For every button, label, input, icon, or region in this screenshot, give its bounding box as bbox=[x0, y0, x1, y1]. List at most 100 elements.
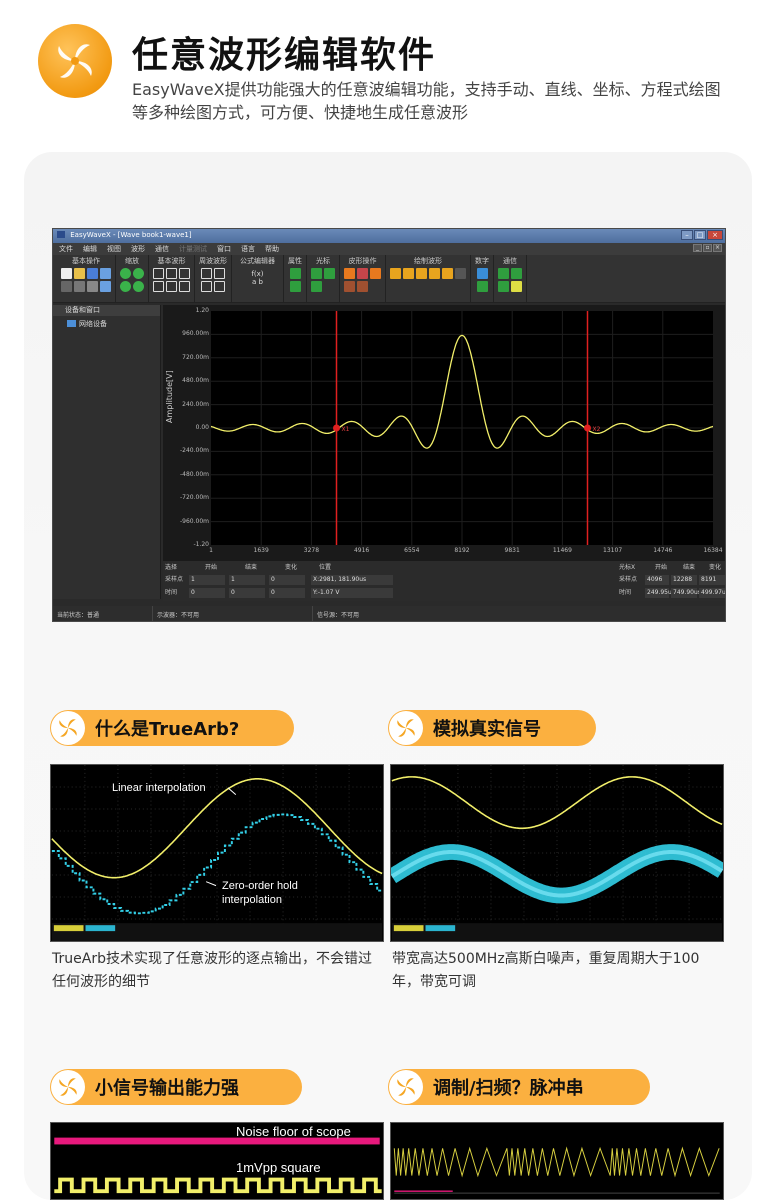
sidebar-item-label: 网络设备 bbox=[79, 320, 107, 328]
table-cell[interactable]: 8191 bbox=[699, 575, 725, 585]
pulse-wave-icon[interactable] bbox=[153, 281, 164, 292]
toolbar-group-label: 绘制波形 bbox=[414, 257, 442, 265]
menu-window[interactable]: 窗口 bbox=[217, 244, 231, 254]
ramp-wave-icon[interactable] bbox=[179, 268, 190, 279]
upload-icon[interactable] bbox=[498, 268, 509, 279]
table-cell[interactable]: 749.90us bbox=[671, 588, 701, 598]
toolbar-group-label: 光标 bbox=[316, 257, 330, 265]
x-tick-label: 11469 bbox=[552, 547, 572, 554]
menu-edit[interactable]: 编辑 bbox=[83, 244, 97, 254]
zoom-in-icon[interactable] bbox=[120, 268, 131, 279]
scope-truearb bbox=[50, 764, 384, 942]
table-cell[interactable]: 1 bbox=[229, 575, 265, 585]
zoom-out-icon[interactable] bbox=[133, 268, 144, 279]
menu-comm[interactable]: 通信 bbox=[155, 244, 169, 254]
caption-truearb: TrueArb技术实现了任意波形的逐点输出，不会错过任何波形的细节 bbox=[52, 951, 372, 990]
mirror-icon[interactable] bbox=[357, 268, 368, 279]
draw-icon[interactable] bbox=[344, 268, 355, 279]
digital-icon[interactable] bbox=[476, 268, 488, 279]
zoh-trace bbox=[51, 813, 383, 915]
section-logo bbox=[51, 1070, 85, 1104]
spline-icon[interactable] bbox=[429, 268, 440, 279]
table-cell[interactable]: 499.97us bbox=[699, 588, 725, 598]
formula-fx[interactable]: f(x) bbox=[251, 270, 263, 278]
table-cell[interactable]: 4096 bbox=[645, 575, 669, 585]
channel-indicator bbox=[85, 925, 116, 932]
point-icon[interactable] bbox=[416, 268, 427, 279]
mdi-minimize-button[interactable]: _ bbox=[693, 244, 702, 252]
cursor-y-icon[interactable] bbox=[324, 268, 335, 279]
table-cell[interactable]: 0 bbox=[269, 575, 305, 585]
bits-icon[interactable] bbox=[476, 281, 488, 292]
table-cell[interactable]: 249.95us bbox=[645, 588, 675, 598]
redo-icon[interactable] bbox=[100, 281, 111, 292]
mdi-close-button[interactable]: × bbox=[713, 244, 722, 252]
toolbar-group-cursor: 光标 bbox=[307, 255, 340, 302]
section-title: 什么是TrueArb? bbox=[95, 719, 240, 740]
table-cell[interactable]: Y:-1.07 V bbox=[311, 588, 393, 598]
undo-icon[interactable] bbox=[100, 268, 111, 279]
save-icon[interactable] bbox=[87, 268, 98, 279]
menu-view[interactable]: 视图 bbox=[107, 244, 121, 254]
x-tick-label: 6554 bbox=[404, 547, 420, 554]
toolbar-group-draw-wave: 绘制波形 bbox=[386, 255, 471, 302]
formula-ab[interactable]: a b bbox=[252, 278, 263, 286]
close-button[interactable]: × bbox=[707, 230, 723, 240]
sidebar-item-network-device[interactable]: 网络设备 bbox=[53, 319, 160, 329]
table-cell[interactable]: 0 bbox=[189, 588, 225, 598]
table-header: 结束 bbox=[245, 564, 258, 571]
mdi-restore-button[interactable]: ▫ bbox=[703, 244, 712, 252]
menu-file[interactable]: 文件 bbox=[59, 244, 73, 254]
zoom-reset-icon[interactable] bbox=[133, 281, 144, 292]
eraser-icon[interactable] bbox=[455, 268, 466, 279]
new-icon[interactable] bbox=[61, 268, 72, 279]
cut-icon[interactable] bbox=[61, 281, 72, 292]
log-rise-icon[interactable] bbox=[201, 281, 212, 292]
table-cell[interactable]: 0 bbox=[269, 588, 305, 598]
table-cell[interactable]: 12288 bbox=[671, 575, 697, 585]
noise-wave-icon[interactable] bbox=[179, 281, 190, 292]
copy-icon[interactable] bbox=[74, 281, 85, 292]
cursor-marker[interactable] bbox=[333, 424, 340, 432]
property-icon[interactable] bbox=[289, 268, 301, 279]
cursor-marker[interactable] bbox=[584, 424, 591, 432]
connect-icon[interactable] bbox=[511, 281, 522, 292]
line-icon[interactable] bbox=[403, 268, 414, 279]
send-icon[interactable] bbox=[498, 281, 509, 292]
download-icon[interactable] bbox=[511, 268, 522, 279]
move-icon[interactable] bbox=[344, 281, 355, 292]
table-icon[interactable] bbox=[289, 281, 301, 292]
sine-wave-icon[interactable] bbox=[153, 268, 164, 279]
zoom-fit-icon[interactable] bbox=[120, 281, 131, 292]
insert-icon[interactable] bbox=[370, 268, 381, 279]
window-title: EasyWaveX - [Wave book1-wave1] bbox=[70, 231, 192, 239]
table-header: 开始 bbox=[655, 564, 668, 571]
sweep-trace bbox=[393, 1146, 720, 1178]
table-cell[interactable]: 0 bbox=[229, 588, 265, 598]
paste-icon[interactable] bbox=[87, 281, 98, 292]
exp-fall-icon[interactable] bbox=[214, 268, 225, 279]
x-tick-label: 8192 bbox=[454, 547, 470, 554]
log-fall-icon[interactable] bbox=[214, 281, 225, 292]
exp-rise-icon[interactable] bbox=[201, 268, 212, 279]
freehand-icon[interactable] bbox=[390, 268, 401, 279]
menu-measure[interactable]: 计量测试 bbox=[179, 244, 207, 254]
menu-wave[interactable]: 波形 bbox=[131, 244, 145, 254]
table-cell[interactable]: X:2981, 181.90us bbox=[311, 575, 393, 585]
status-current: 当前状态：普通 bbox=[53, 606, 153, 621]
menu-language[interactable]: 语言 bbox=[241, 244, 255, 254]
waveform-canvas[interactable]: X1 X2 bbox=[211, 311, 713, 545]
maximize-button[interactable]: □ bbox=[694, 230, 706, 240]
menu-help[interactable]: 帮助 bbox=[265, 244, 279, 254]
open-icon[interactable] bbox=[74, 268, 85, 279]
square-wave-icon[interactable] bbox=[166, 268, 177, 279]
table-cell[interactable]: 1 bbox=[189, 575, 225, 585]
toolbar-group-label: 缩放 bbox=[125, 257, 139, 265]
pen-icon[interactable] bbox=[442, 268, 453, 279]
cursor-track-icon[interactable] bbox=[311, 281, 322, 292]
dc-wave-icon[interactable] bbox=[166, 281, 177, 292]
annotation-arrow bbox=[205, 881, 217, 887]
minimize-button[interactable]: – bbox=[681, 230, 693, 240]
cursor-x-icon[interactable] bbox=[311, 268, 322, 279]
scale-icon[interactable] bbox=[357, 281, 368, 292]
